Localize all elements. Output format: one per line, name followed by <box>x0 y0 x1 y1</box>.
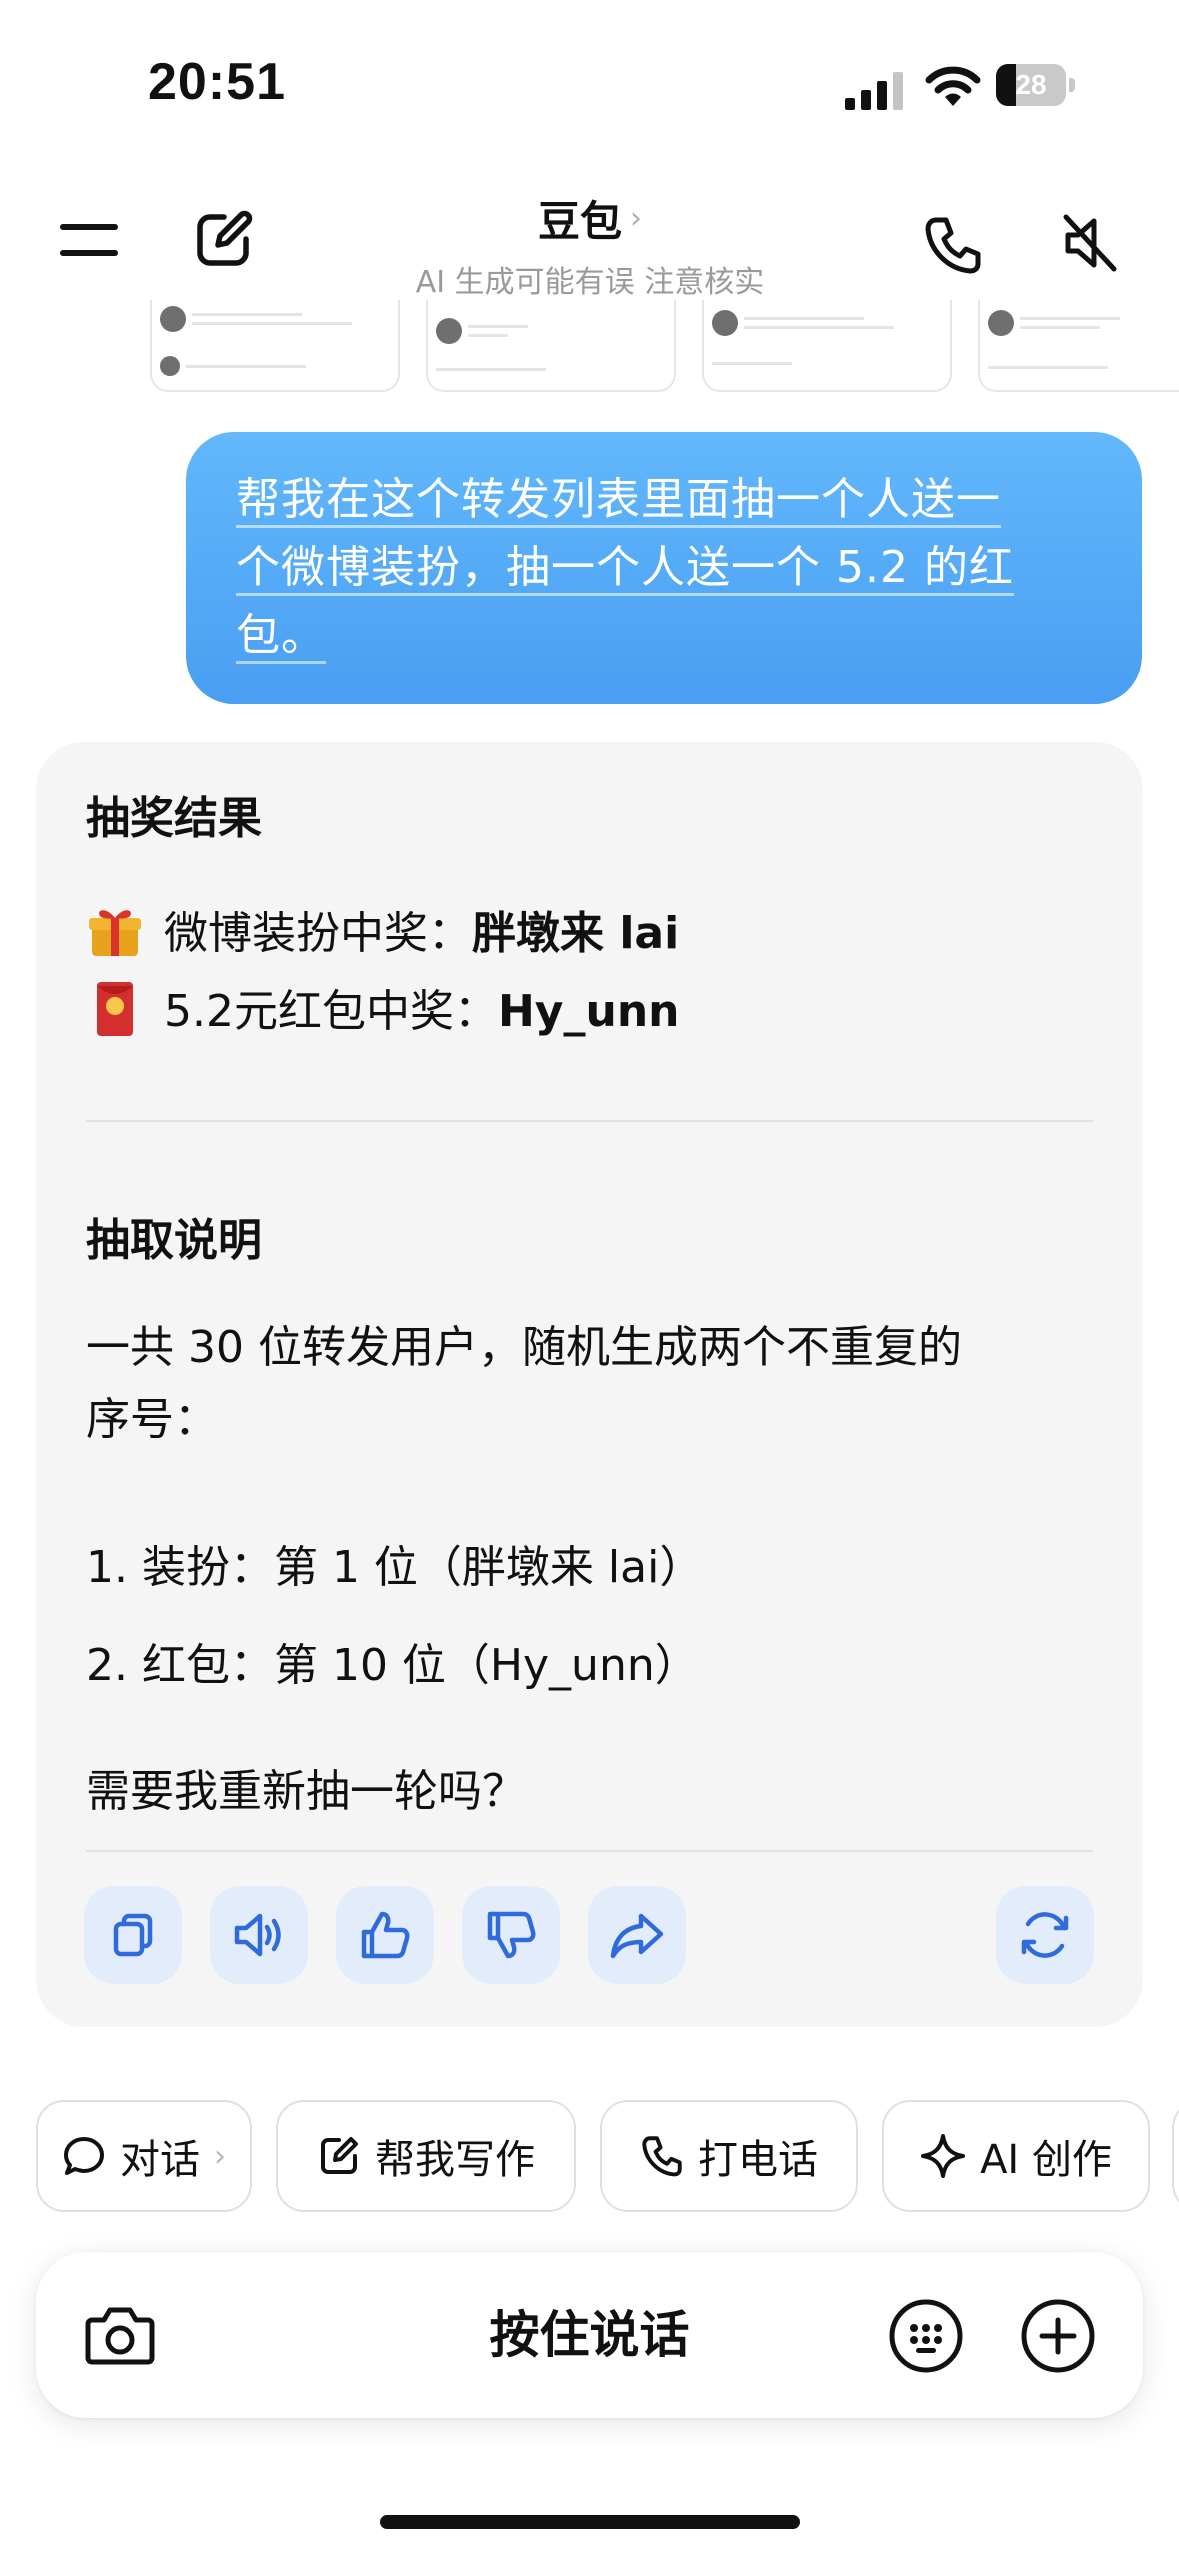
thumbs-up-icon <box>361 1911 410 1959</box>
share-button[interactable] <box>588 1886 686 1984</box>
copy-icon <box>113 1913 153 1957</box>
screenshot-thumbnail[interactable] <box>150 300 400 392</box>
phone-icon <box>925 217 981 274</box>
phone-icon <box>642 2136 682 2177</box>
camera-button[interactable] <box>84 2302 156 2372</box>
prize1-winner: 胖墩来 lai <box>472 908 680 959</box>
method-line: 序号： <box>86 1394 218 1445</box>
camera-icon <box>85 2307 155 2365</box>
attached-screenshots[interactable] <box>150 300 1179 395</box>
wifi-icon <box>925 66 981 106</box>
page-title: 豆包 <box>537 197 622 246</box>
prize2-label: 5.2元红包中奖： <box>164 986 498 1037</box>
regenerate-button[interactable] <box>996 1886 1094 1984</box>
prize1-label: 微博装扮中奖： <box>164 908 472 959</box>
chip-label: 对话 <box>120 2137 200 2183</box>
copy-button[interactable] <box>84 1886 182 1984</box>
title-chevron-icon: › <box>630 201 642 236</box>
prize-line-decoration: 微博装扮中奖：胖墩来 lai <box>86 898 1096 970</box>
chip-overflow[interactable] <box>1172 2100 1179 2212</box>
edit-icon <box>197 210 253 266</box>
refresh-icon <box>1021 1912 1069 1958</box>
screenshot-thumbnail[interactable] <box>978 300 1179 392</box>
like-button[interactable] <box>336 1886 434 1984</box>
add-button[interactable] <box>1020 2298 1096 2378</box>
home-indicator[interactable] <box>380 2515 800 2529</box>
user-message-bubble[interactable]: 帮我在这个转发列表里面抽一个人送一 个微博装扮，抽一个人送一个 5.2 的红 包… <box>186 432 1142 704</box>
chip-ai-create[interactable]: AI 创作 <box>882 2100 1150 2212</box>
chip-conversation[interactable]: 对话 › <box>36 2100 252 2212</box>
method-paragraph: 一共 30 位转发用户，随机生成两个不重复的 序号： <box>86 1312 1096 1456</box>
battery-percent: 28 <box>1015 69 1047 100</box>
chip-label: 打电话 <box>698 2137 818 2183</box>
cellular-signal-icon <box>845 72 903 110</box>
chat-title-area[interactable]: 豆包 › AI 生成可能有误 注意核实 <box>300 188 880 301</box>
keyboard-icon <box>889 2299 963 2373</box>
section-divider <box>86 1120 1093 1122</box>
screenshot-thumbnail[interactable] <box>702 300 952 392</box>
user-message-line: 包。 <box>236 610 326 664</box>
speaker-muted-icon <box>1063 214 1117 272</box>
prize2-winner: Hy_unn <box>497 986 680 1037</box>
new-chat-button[interactable] <box>188 205 258 275</box>
gift-icon <box>89 910 141 956</box>
mute-button[interactable] <box>1055 208 1125 278</box>
read-aloud-button[interactable] <box>210 1886 308 1984</box>
share-icon <box>610 1913 664 1959</box>
list-item: 1. 装扮：第 1 位（胖墩来 lai） <box>86 1542 704 1593</box>
chip-label: 帮我写作 <box>375 2137 535 2183</box>
disclaimer-subtitle: AI 生成可能有误 注意核实 <box>415 265 765 300</box>
red-envelope-icon <box>97 982 133 1036</box>
dislike-button[interactable] <box>462 1886 560 1984</box>
keyboard-button[interactable] <box>888 2298 964 2378</box>
status-bar: 20:51 28 <box>0 0 1179 170</box>
thumbs-down-icon <box>487 1911 536 1959</box>
prize-line-2: 5.2元红包中奖：Hy_unn <box>86 976 1096 1048</box>
voice-input-bar[interactable]: 按住说话 <box>36 2252 1143 2418</box>
speaker-icon <box>234 1913 281 1957</box>
menu-icon <box>60 224 118 256</box>
actions-divider <box>86 1850 1093 1852</box>
sparkle-icon <box>921 2134 966 2178</box>
chip-help-write[interactable]: 帮我写作 <box>276 2100 576 2212</box>
chip-label: AI 创作 <box>980 2137 1112 2183</box>
assistant-message-card: 抽奖结果 微博装扮中奖：胖墩来 lai 5.2元红包中奖：Hy_unn 抽取说明… <box>36 742 1143 2027</box>
chat-bubble-icon <box>64 2137 104 2175</box>
screenshot-thumbnail[interactable] <box>426 300 676 392</box>
battery-indicator: 28 <box>996 64 1076 106</box>
chip-call[interactable]: 打电话 <box>600 2100 858 2212</box>
hold-to-talk-button[interactable]: 按住说话 <box>36 2252 1143 2418</box>
user-message-line: 个微博装扮，抽一个人送一个 5.2 的红 <box>236 542 1014 596</box>
chevron-right-icon: › <box>214 2138 226 2174</box>
method-heading: 抽取说明 <box>86 1215 262 1266</box>
status-time: 20:51 <box>148 53 286 111</box>
list-item: 2. 红包：第 10 位（Hy_unn） <box>86 1640 699 1691</box>
plus-circle-icon <box>1021 2299 1095 2373</box>
followup-question: 需要我重新抽一轮吗？ <box>86 1766 526 1817</box>
pen-square-icon <box>321 2137 358 2174</box>
menu-button[interactable] <box>55 210 125 270</box>
call-button[interactable] <box>918 210 988 280</box>
method-line: 一共 30 位转发用户，随机生成两个不重复的 <box>86 1322 962 1373</box>
user-message-line: 帮我在这个转发列表里面抽一个人送一 <box>236 474 1001 528</box>
result-heading: 抽奖结果 <box>86 793 262 844</box>
